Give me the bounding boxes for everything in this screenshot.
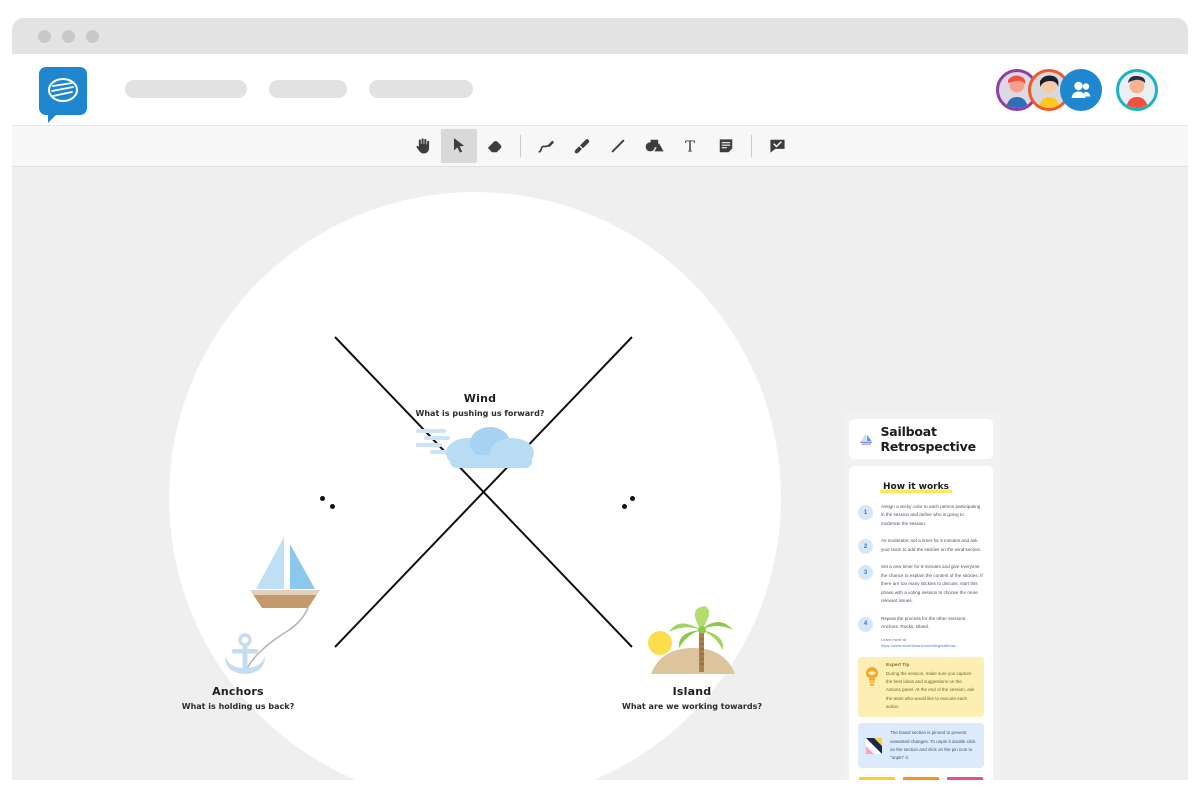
add-people-icon xyxy=(1071,81,1091,98)
nav-item-2[interactable] xyxy=(269,80,347,98)
line-icon xyxy=(611,139,625,153)
sailboat-icon xyxy=(860,433,873,445)
quadrant-island-prompt: What are we working towards? xyxy=(622,702,762,711)
app-window: T Wind What is pushing us forward? Ancho… xyxy=(0,0,1200,800)
sticky-swatch[interactable]: Name xyxy=(902,777,940,780)
clouds-illustration xyxy=(416,427,534,468)
quadrant-anchors-prompt: What is holding us back? xyxy=(181,702,295,711)
stormboard-logo[interactable] xyxy=(39,67,87,123)
sailboat-anchor-illustration xyxy=(225,537,320,674)
step-item: 3 Set a new timer for 8 minutes and give… xyxy=(858,563,984,605)
svg-text:T: T xyxy=(685,137,695,155)
marker-tool[interactable] xyxy=(564,129,600,163)
learn-more-link[interactable]: https://www.stormboard.com/blog/sailboat… xyxy=(881,643,984,649)
pen-icon xyxy=(538,140,555,153)
step-item: 4 Repeat the process for the other secti… xyxy=(858,615,984,632)
window-titlebar xyxy=(12,18,1188,54)
hand-tool[interactable] xyxy=(405,129,441,163)
instructions-panel[interactable]: Sailboat Retrospective How it works 1 As… xyxy=(842,412,1000,780)
add-people-button[interactable] xyxy=(1060,69,1102,111)
minimize-button[interactable] xyxy=(62,30,75,43)
step-item: 2 As moderator, set a timer for 5 minute… xyxy=(858,537,984,555)
step-number: 3 xyxy=(858,565,873,581)
toolbar-divider-1 xyxy=(520,135,521,157)
learn-more: Learn more at https://www.stormboard.com… xyxy=(881,637,984,650)
pen-tool[interactable] xyxy=(528,129,564,163)
quadrant-island-title: Island xyxy=(672,685,712,698)
text-icon: T xyxy=(685,137,695,155)
nav-item-3[interactable] xyxy=(369,80,473,98)
comment-check-icon xyxy=(769,139,785,153)
app-header xyxy=(12,54,1188,126)
eraser-icon xyxy=(487,140,502,153)
quadrant-anchors[interactable]: Anchors What is holding us back? xyxy=(158,685,318,713)
line-tool[interactable] xyxy=(600,129,636,163)
board-canvas[interactable]: Wind What is pushing us forward? Anchors… xyxy=(12,167,1188,780)
quadrant-wind-title: Wind xyxy=(463,392,497,405)
logo-glyph xyxy=(48,78,78,102)
quadrant-wind-prompt: What is pushing us forward? xyxy=(415,409,545,418)
line-handle-tl-a[interactable] xyxy=(320,496,325,501)
hand-icon xyxy=(416,138,430,154)
pin-note-box: The board section is pinned to prevent u… xyxy=(858,723,984,769)
island-palm-illustration xyxy=(648,606,735,674)
quadrant-anchors-title: Anchors xyxy=(212,685,264,698)
select-tool[interactable] xyxy=(441,129,477,163)
pin-note-text: The board section is pinned to prevent u… xyxy=(890,730,976,761)
shapes-icon xyxy=(645,139,664,152)
comment-tool[interactable] xyxy=(759,129,795,163)
close-button[interactable] xyxy=(38,30,51,43)
line-handle-tr-b[interactable] xyxy=(622,504,627,509)
step-number: 4 xyxy=(858,616,873,632)
panel-header: Sailboat Retrospective xyxy=(849,419,993,459)
panel-title: Sailboat Retrospective xyxy=(880,424,976,454)
drawing-toolbar: T xyxy=(12,126,1188,167)
avatar-group xyxy=(996,69,1158,111)
sticky-color-palette: Name Name Name Name xyxy=(858,777,984,780)
steps-list: 1 Assign a sticky color to each person p… xyxy=(858,503,984,632)
step-text: Set a new timer for 8 minutes and give e… xyxy=(881,564,983,604)
person-icon xyxy=(1126,75,1148,108)
cursor-icon xyxy=(454,138,465,153)
eraser-tool[interactable] xyxy=(477,129,513,163)
note-icon xyxy=(719,139,733,153)
quadrant-island[interactable]: Island What are we working towards? xyxy=(622,685,762,713)
marker-icon xyxy=(574,139,590,154)
step-item: 1 Assign a sticky color to each person p… xyxy=(858,503,984,528)
traffic-lights xyxy=(38,30,99,43)
step-number: 1 xyxy=(858,505,873,520)
step-text: Repeat the process for the other section… xyxy=(881,615,967,630)
pin-section-icon xyxy=(866,737,882,754)
maximize-button[interactable] xyxy=(86,30,99,43)
shapes-tool[interactable] xyxy=(636,129,672,163)
panel-body: How it works 1 Assign a sticky color to … xyxy=(849,466,993,780)
nav-placeholders xyxy=(125,80,473,98)
step-text: Assign a sticky color to each person par… xyxy=(881,504,981,526)
panel-section-heading: How it works xyxy=(880,482,952,493)
sticky-swatch[interactable]: Name xyxy=(858,777,896,780)
toolbar-divider-2 xyxy=(751,135,752,157)
lightbulb-icon xyxy=(866,666,878,686)
quadrant-wind[interactable]: Wind What is pushing us forward? xyxy=(380,392,580,420)
step-number: 2 xyxy=(858,539,873,555)
nav-item-1[interactable] xyxy=(125,80,247,98)
step-text: As moderator, set a timer for 5 minutes … xyxy=(881,538,982,552)
text-tool[interactable]: T xyxy=(672,129,708,163)
avatar-current-user[interactable] xyxy=(1116,69,1158,111)
expert-tip-title: Expert Tip xyxy=(886,662,910,668)
line-handle-tr-a[interactable] xyxy=(630,496,635,501)
note-tool[interactable] xyxy=(708,129,744,163)
expert-tip-text: During the session, make sure you captur… xyxy=(886,670,975,709)
expert-tip-box: Expert Tip During the session, make sure… xyxy=(858,656,984,718)
line-handle-tl-b[interactable] xyxy=(330,504,335,509)
sticky-swatch[interactable]: Name xyxy=(946,777,984,780)
